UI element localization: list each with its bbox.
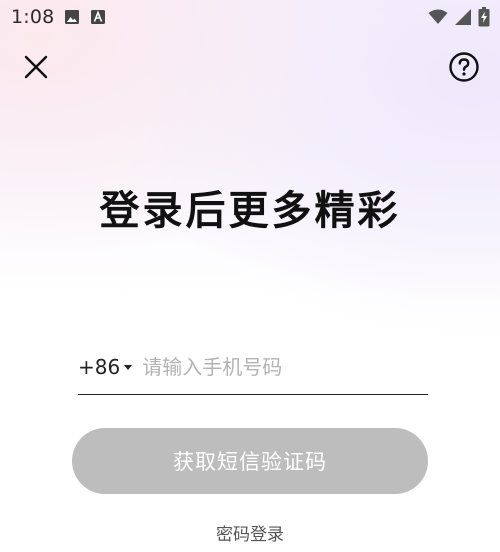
caret-down-icon <box>124 364 133 370</box>
status-time: 1:08 <box>11 6 55 28</box>
get-sms-code-button[interactable]: 获取短信验证码 <box>72 428 428 494</box>
help-button[interactable] <box>444 47 484 87</box>
close-button[interactable] <box>16 47 56 87</box>
status-left-icons <box>64 9 106 25</box>
image-notification-icon <box>64 9 80 25</box>
status-right-icons <box>428 7 490 27</box>
password-login-link[interactable]: 密码登录 <box>0 520 500 545</box>
wifi-icon <box>428 9 448 25</box>
country-code-label: +86 <box>78 355 121 379</box>
a-notification-icon <box>90 9 106 25</box>
close-icon <box>23 54 49 80</box>
page-title: 登录后更多精彩 <box>99 188 401 234</box>
status-bar: 1:08 <box>0 0 500 34</box>
phone-input-row: +86 <box>78 340 428 395</box>
help-circle-icon <box>448 51 480 83</box>
battery-charging-icon <box>478 7 490 27</box>
country-code-selector[interactable]: +86 <box>78 355 133 379</box>
cellular-signal-icon <box>454 8 472 26</box>
phone-number-input[interactable] <box>142 355 428 379</box>
